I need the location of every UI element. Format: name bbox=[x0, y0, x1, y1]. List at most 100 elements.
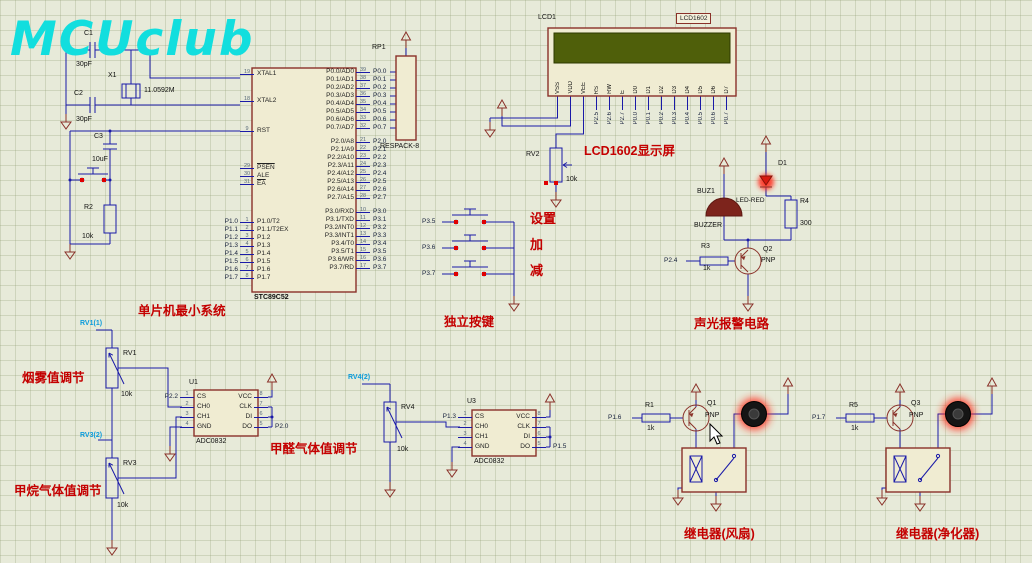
pin-row: P1.7 8 P1.7 bbox=[224, 273, 271, 281]
u3-right-pins: VCC 8 CLK 7 DI 6 DO 5 P1.5 bbox=[494, 411, 566, 452]
u3-part-label[interactable]: ADC0832 bbox=[474, 458, 504, 466]
pin-row: P3.1/TXD 11 P3.1 bbox=[325, 215, 387, 223]
mcu-part-label[interactable]: STC89C52 bbox=[254, 294, 289, 302]
capacitor-c1[interactable] bbox=[89, 42, 96, 58]
u3-ref-label[interactable]: U3 bbox=[467, 398, 476, 406]
rv3-net-label[interactable]: RV3(2) bbox=[80, 432, 102, 440]
rv4-value-label[interactable]: 10k bbox=[397, 446, 408, 454]
relay-purifier-caption[interactable]: 继电器(净化器) bbox=[896, 527, 979, 542]
capacitor-c3[interactable] bbox=[103, 143, 117, 150]
relay-purifier-box[interactable] bbox=[885, 447, 951, 493]
x1-ref-label[interactable]: X1 bbox=[108, 72, 117, 80]
pin-row: P0.1/AD1 38 P0.1 bbox=[326, 75, 387, 83]
mcu-caption[interactable]: 单片机最小系统 bbox=[138, 304, 226, 319]
q1-part-label[interactable]: PNP bbox=[705, 412, 719, 420]
lcd-part-label[interactable]: LCD1602 bbox=[676, 13, 712, 25]
rp1-ref-label[interactable]: RP1 bbox=[372, 44, 386, 52]
r2-ref-label[interactable]: R2 bbox=[84, 204, 93, 212]
r4-value-label[interactable]: 300 bbox=[800, 220, 812, 228]
key2-function-label[interactable]: 加 bbox=[530, 237, 543, 252]
power-ground-terminals[interactable] bbox=[60, 31, 997, 556]
transistor-q2[interactable] bbox=[734, 247, 762, 275]
rv1-value-label[interactable]: 10k bbox=[121, 391, 132, 399]
c3-ref-label[interactable]: C3 bbox=[94, 133, 103, 141]
pin-row: P3.0/RXD 10 P3.0 bbox=[325, 207, 387, 215]
rv1-ref-label[interactable]: RV1 bbox=[123, 350, 137, 358]
fan-motor[interactable] bbox=[738, 398, 770, 430]
d1-part-label[interactable]: LED-RED bbox=[736, 197, 765, 204]
r5-value-label[interactable]: 1k bbox=[851, 425, 858, 433]
capacitor-c2[interactable] bbox=[89, 97, 96, 113]
u1-ref-label[interactable]: U1 bbox=[189, 379, 198, 387]
rp1-part-label[interactable]: RESPACK-8 bbox=[380, 143, 419, 151]
mouse-cursor bbox=[709, 422, 724, 445]
key1-net-label[interactable]: P3.5 bbox=[422, 218, 435, 225]
resistor-r3[interactable] bbox=[699, 256, 729, 266]
resistor-r1[interactable] bbox=[641, 413, 671, 423]
q3-part-label[interactable]: PNP bbox=[909, 412, 923, 420]
pin-row: P3.6/WR 16 P3.6 bbox=[327, 255, 387, 263]
rv4-ref-label[interactable]: RV4 bbox=[401, 404, 415, 412]
lcd-ref-label[interactable]: LCD1 bbox=[538, 14, 556, 22]
q3-ref-label[interactable]: Q3 bbox=[911, 400, 920, 408]
pin-row: P2.6/A14 27 P2.6 bbox=[327, 185, 387, 193]
key1-function-label[interactable]: 设置 bbox=[530, 211, 556, 226]
pin-row: DI 6 bbox=[216, 411, 288, 422]
buz1-part-label[interactable]: BUZZER bbox=[694, 222, 722, 230]
led-d1[interactable] bbox=[758, 174, 774, 190]
alarm-net-label[interactable]: P2.4 bbox=[664, 257, 677, 264]
resistor-r5[interactable] bbox=[845, 413, 875, 423]
alarm-caption[interactable]: 声光报警电路 bbox=[694, 317, 769, 332]
r5-ref-label[interactable]: R5 bbox=[849, 402, 858, 410]
pin-row: CLK 7 bbox=[216, 401, 288, 412]
rv3-value-label[interactable]: 10k bbox=[117, 502, 128, 510]
rv3-ref-label[interactable]: RV3 bbox=[123, 460, 137, 468]
rv1-net-label[interactable]: RV1(1) bbox=[80, 320, 102, 328]
relay-fan-caption[interactable]: 继电器(风扇) bbox=[684, 527, 755, 542]
respack-rp1[interactable] bbox=[395, 55, 417, 141]
purifier-motor[interactable] bbox=[942, 398, 974, 430]
rv2-value-label[interactable]: 10k bbox=[566, 176, 577, 184]
buz1-ref-label[interactable]: BUZ1 bbox=[697, 188, 715, 196]
rv2-ref-label[interactable]: RV2 bbox=[526, 151, 540, 159]
lcd-caption[interactable]: LCD1602显示屏 bbox=[584, 144, 675, 159]
pin-row: 4 GND bbox=[160, 421, 211, 432]
resistor-r2[interactable] bbox=[103, 204, 117, 234]
rv1-caption[interactable]: 烟雾值调节 bbox=[22, 371, 85, 386]
fan-net-label[interactable]: P1.6 bbox=[608, 414, 621, 421]
c2-ref-label[interactable]: C2 bbox=[74, 90, 83, 98]
pin-row: P2.4/A12 25 P2.4 bbox=[327, 169, 387, 177]
rv4-caption[interactable]: 甲醛气体值调节 bbox=[270, 442, 358, 457]
relay-fan-box[interactable] bbox=[681, 447, 747, 493]
c1-value-label[interactable]: 30pF bbox=[76, 61, 92, 69]
r2-value-label[interactable]: 10k bbox=[82, 233, 93, 241]
key3-net-label[interactable]: P3.7 bbox=[422, 270, 435, 277]
key3-function-label[interactable]: 减 bbox=[530, 263, 543, 278]
keys-caption[interactable]: 独立按键 bbox=[444, 315, 494, 330]
u1-right-pins: VCC 8 CLK 7 DI 6 DO 5 P2.0 bbox=[216, 391, 288, 432]
c2-value-label[interactable]: 30pF bbox=[76, 116, 92, 124]
u1-part-label[interactable]: ADC0832 bbox=[196, 438, 226, 446]
r3-value-label[interactable]: 1k bbox=[703, 265, 710, 273]
schematic-canvas[interactable]: MCUclub C1 30pF X1 11.0592M C2 30pF C3 1… bbox=[0, 0, 1032, 563]
r3-ref-label[interactable]: R3 bbox=[701, 243, 710, 251]
r1-value-label[interactable]: 1k bbox=[647, 425, 654, 433]
q2-part-label[interactable]: PNP bbox=[761, 257, 775, 265]
pin-row: P2.1/A9 22 P2.1 bbox=[330, 145, 387, 153]
crystal-x1[interactable] bbox=[121, 83, 141, 99]
key-buttons[interactable] bbox=[452, 208, 488, 277]
c1-ref-label[interactable]: C1 bbox=[84, 30, 93, 38]
r4-ref-label[interactable]: R4 bbox=[800, 198, 809, 206]
r1-ref-label[interactable]: R1 bbox=[645, 402, 654, 410]
rv4-net-label[interactable]: RV4(2) bbox=[348, 374, 370, 382]
key2-net-label[interactable]: P3.6 bbox=[422, 244, 435, 251]
rv3-caption[interactable]: 甲烷气体值调节 bbox=[14, 484, 102, 499]
pin-row: P3.5/T1 15 P3.5 bbox=[331, 247, 387, 255]
x1-value-label[interactable]: 11.0592M bbox=[144, 87, 175, 95]
q1-ref-label[interactable]: Q1 bbox=[707, 400, 716, 408]
purifier-net-label[interactable]: P1.7 bbox=[812, 414, 825, 421]
resistor-r4[interactable] bbox=[784, 199, 798, 229]
c3-value-label[interactable]: 10uF bbox=[92, 156, 108, 164]
d1-ref-label[interactable]: D1 bbox=[778, 160, 787, 168]
q2-ref-label[interactable]: Q2 bbox=[763, 246, 772, 254]
